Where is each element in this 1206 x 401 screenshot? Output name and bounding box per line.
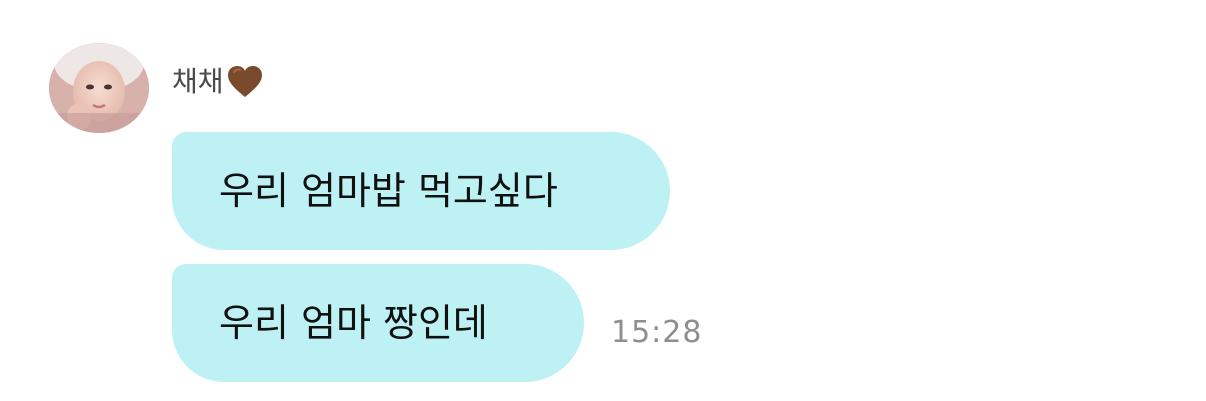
- sender-name: 채채: [172, 65, 224, 98]
- avatar-photo-icon: [49, 43, 149, 133]
- message-timestamp: 15:28: [611, 315, 703, 350]
- message-text: 우리 엄마 짱인데: [219, 301, 488, 345]
- sender-avatar[interactable]: [49, 43, 149, 133]
- sender-header: 채채: [172, 62, 264, 102]
- brown-heart-icon: [226, 64, 264, 100]
- message-text: 우리 엄마밥 먹고싶다: [219, 169, 558, 213]
- message-bubble[interactable]: 우리 엄마밥 먹고싶다: [172, 132, 670, 250]
- message-bubble[interactable]: 우리 엄마 짱인데: [172, 264, 584, 382]
